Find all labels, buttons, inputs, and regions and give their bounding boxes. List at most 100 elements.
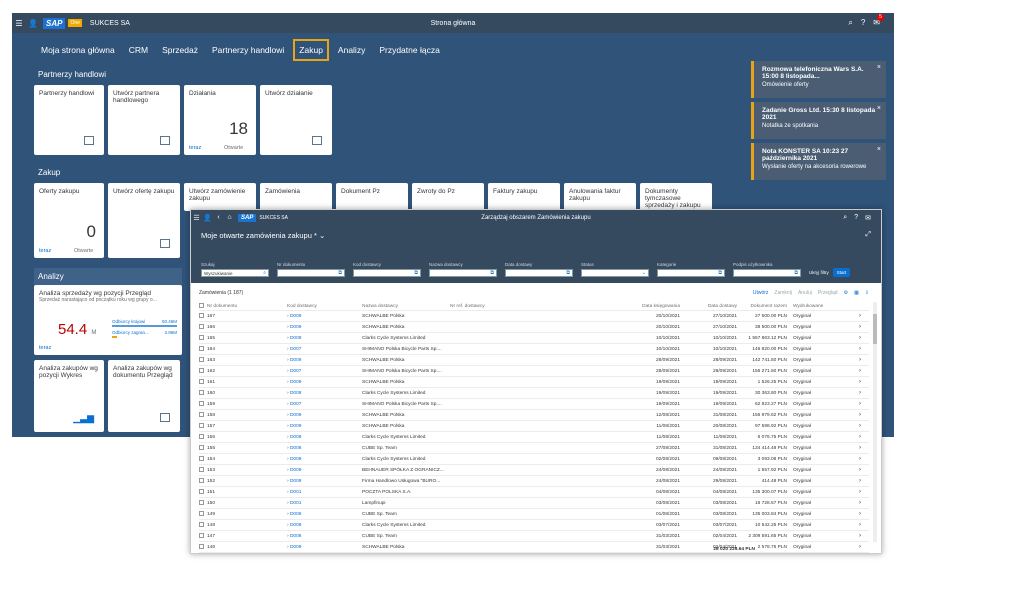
cancel-button[interactable]: Anuluj	[798, 290, 812, 296]
table-cell[interactable]: › D007	[287, 347, 362, 352]
table-cell[interactable]: › D007	[287, 402, 362, 407]
supplier-name-input[interactable]: ⧉	[429, 269, 497, 277]
scrollbar[interactable]	[873, 302, 877, 542]
notification-1[interactable]: Rozmowa telefoniczna Wars S.A. 15:00 8 l…	[751, 61, 886, 98]
row-checkbox[interactable]	[199, 334, 204, 340]
column-header[interactable]: Data dostawy	[680, 304, 737, 309]
row-checkbox[interactable]	[199, 466, 204, 472]
chevron-right-icon[interactable]: ›	[847, 445, 861, 451]
table-cell[interactable]: › D008	[287, 435, 362, 440]
user-icon[interactable]: 👤	[26, 19, 40, 28]
tab-sales[interactable]: Sprzedaż	[157, 39, 203, 61]
row-checkbox[interactable]	[199, 499, 204, 505]
table-cell[interactable]: › D008	[287, 391, 362, 396]
row-checkbox[interactable]	[199, 367, 204, 373]
table-cell[interactable]: › D009	[287, 314, 362, 319]
home-icon[interactable]: ⌂	[224, 214, 235, 221]
search-input[interactable]: Wyszukiwanie ⌕	[201, 269, 269, 277]
tab-partners[interactable]: Partnerzy handlowi	[207, 39, 289, 61]
table-settings-icon[interactable]: ▦	[854, 290, 859, 296]
table-cell[interactable]: › D007	[287, 369, 362, 374]
row-checkbox[interactable]	[199, 521, 204, 527]
chevron-right-icon[interactable]: ›	[847, 324, 861, 330]
table-row[interactable]: 163 › D009 SCHWALBE Polska 28/09/2021 28/09/…	[199, 355, 869, 366]
table-cell[interactable]: › D009	[287, 424, 362, 429]
table-row[interactable]: 153 › D009 BEHNAUER SPÓŁKA Z OGRANICZ... 24…	[199, 465, 869, 476]
column-header[interactable]: Data księgowania	[590, 304, 680, 309]
help-icon[interactable]: ?	[861, 18, 865, 28]
table-row[interactable]: 160 › D008 Clarks Cycle Systems Limited 19/…	[199, 388, 869, 399]
column-header[interactable]: Nr dokumentu	[207, 304, 287, 309]
tile-partners[interactable]: Partnerzy handlowi	[34, 85, 104, 155]
delivery-date-input[interactable]: ⧉	[505, 269, 573, 277]
row-checkbox[interactable]	[199, 400, 204, 406]
notifications-icon[interactable]: ✉	[865, 214, 871, 222]
select-all-checkbox[interactable]	[199, 302, 204, 308]
chevron-right-icon[interactable]: ›	[847, 390, 861, 396]
column-header[interactable]: Dokument razem	[737, 304, 787, 309]
supplier-code-input[interactable]: ⧉	[353, 269, 421, 277]
table-cell[interactable]: › D009	[287, 358, 362, 363]
settings-icon[interactable]: ⚙	[844, 290, 848, 296]
column-header[interactable]: Wydrukowane	[787, 304, 847, 309]
table-cell[interactable]: › D008	[287, 336, 362, 341]
table-cell[interactable]: › D006	[287, 512, 362, 517]
table-row[interactable]: 149 › D006 CUBE Sp. Team 01/08/2021 03/08/20…	[199, 509, 869, 520]
tile-drafts[interactable]: Dokumenty tymczasowe sprzedaży i zakupu	[640, 183, 712, 211]
table-cell[interactable]: › D009	[287, 325, 362, 330]
chevron-right-icon[interactable]: ›	[847, 379, 861, 385]
go-button[interactable]: Start	[832, 268, 851, 277]
table-row[interactable]: 165 › D008 Clarks Cycle Systems Limited 10/…	[199, 333, 869, 344]
hide-filters-link[interactable]: Ukryj filtry	[809, 270, 829, 275]
table-row[interactable]: 167 › D009 SCHWALBE Polska 20/10/2021 27/10/…	[199, 311, 869, 322]
table-row[interactable]: 151 › D001 POCZTA POLSKA S.A. 04/08/2021 04/…	[199, 487, 869, 498]
tile-create-order[interactable]: Utwórz zamówienie zakupu	[184, 183, 256, 211]
tab-analytics[interactable]: Analizy	[333, 39, 370, 61]
tile-purchase-quotations[interactable]: Oferty zakupu 0 teraz Otwarte	[34, 183, 104, 258]
column-header[interactable]: Nr ref. dostawcy	[450, 304, 590, 309]
user-icon[interactable]: 👤	[202, 214, 213, 222]
chevron-right-icon[interactable]: ›	[847, 357, 861, 363]
table-row[interactable]: 156 › D008 Clarks Cycle Systems Limited 11/…	[199, 432, 869, 443]
chevron-right-icon[interactable]: ›	[847, 313, 861, 319]
row-checkbox[interactable]	[199, 532, 204, 538]
table-row[interactable]: 162 › D007 SHIMANO Polska Bicycle Parts Sp…	[199, 366, 869, 377]
table-row[interactable]: 152 › D009 Firma Handlowo Usługowa "BURO..…	[199, 476, 869, 487]
table-cell[interactable]: › D001	[287, 501, 362, 506]
tab-crm[interactable]: CRM	[124, 39, 153, 61]
preview-button[interactable]: Przegląd	[818, 290, 838, 296]
row-checkbox[interactable]	[199, 422, 204, 428]
table-row[interactable]: 150 › D001 Lampfinupi 03/08/2021 03/08/2021 1…	[199, 498, 869, 509]
chevron-right-icon[interactable]: ›	[847, 412, 861, 418]
tab-links[interactable]: Przydatne łącza	[374, 39, 444, 61]
column-header[interactable]: Kod dostawcy	[287, 304, 362, 309]
create-button[interactable]: Utwórz	[753, 290, 769, 296]
tile-create-partner[interactable]: Utwórz partnera handlowego	[108, 85, 180, 155]
search-icon[interactable]: ⌕	[848, 18, 852, 28]
table-row[interactable]: 161 › D009 SCHWALBE Polska 19/09/2021 19/09/…	[199, 377, 869, 388]
expand-icon[interactable]: ⤢	[865, 231, 871, 239]
row-checkbox[interactable]	[199, 433, 204, 439]
tile-create-quotation[interactable]: Utwórz ofertę zakupu	[108, 183, 180, 258]
doc-number-input[interactable]: ⧉	[277, 269, 345, 277]
tile-orders[interactable]: Zamówienia	[260, 183, 332, 211]
table-cell[interactable]: › D006	[287, 534, 362, 539]
chevron-right-icon[interactable]: ›	[847, 346, 861, 352]
chevron-right-icon[interactable]: ›	[847, 434, 861, 440]
view-selector[interactable]: Moje otwarte zamówienia zakupu *	[201, 231, 317, 240]
status-select[interactable]: ⌄	[581, 269, 649, 277]
table-cell[interactable]: › D009	[287, 413, 362, 418]
tile-purchase-overview[interactable]: Analiza zakupów wg dokumentu Przegląd	[108, 360, 180, 432]
table-cell[interactable]: › D001	[287, 490, 362, 495]
table-row[interactable]: 154 › D008 Clarks Cycle Systems Limited 02/…	[199, 454, 869, 465]
chevron-right-icon[interactable]: ›	[847, 522, 861, 528]
table-row[interactable]: 148 › D008 Clarks Cycle Systems Limited 03/…	[199, 520, 869, 531]
table-row[interactable]: 164 › D007 SHIMANO Polska Bicycle Parts Sp…	[199, 344, 869, 355]
chevron-right-icon[interactable]: ›	[847, 401, 861, 407]
close-icon[interactable]: ×	[877, 64, 881, 71]
row-checkbox[interactable]	[199, 389, 204, 395]
tile-invoices[interactable]: Faktury zakupu	[488, 183, 560, 211]
chevron-right-icon[interactable]: ›	[847, 478, 861, 484]
chevron-right-icon[interactable]: ›	[847, 489, 861, 495]
chevron-right-icon[interactable]: ›	[847, 335, 861, 341]
